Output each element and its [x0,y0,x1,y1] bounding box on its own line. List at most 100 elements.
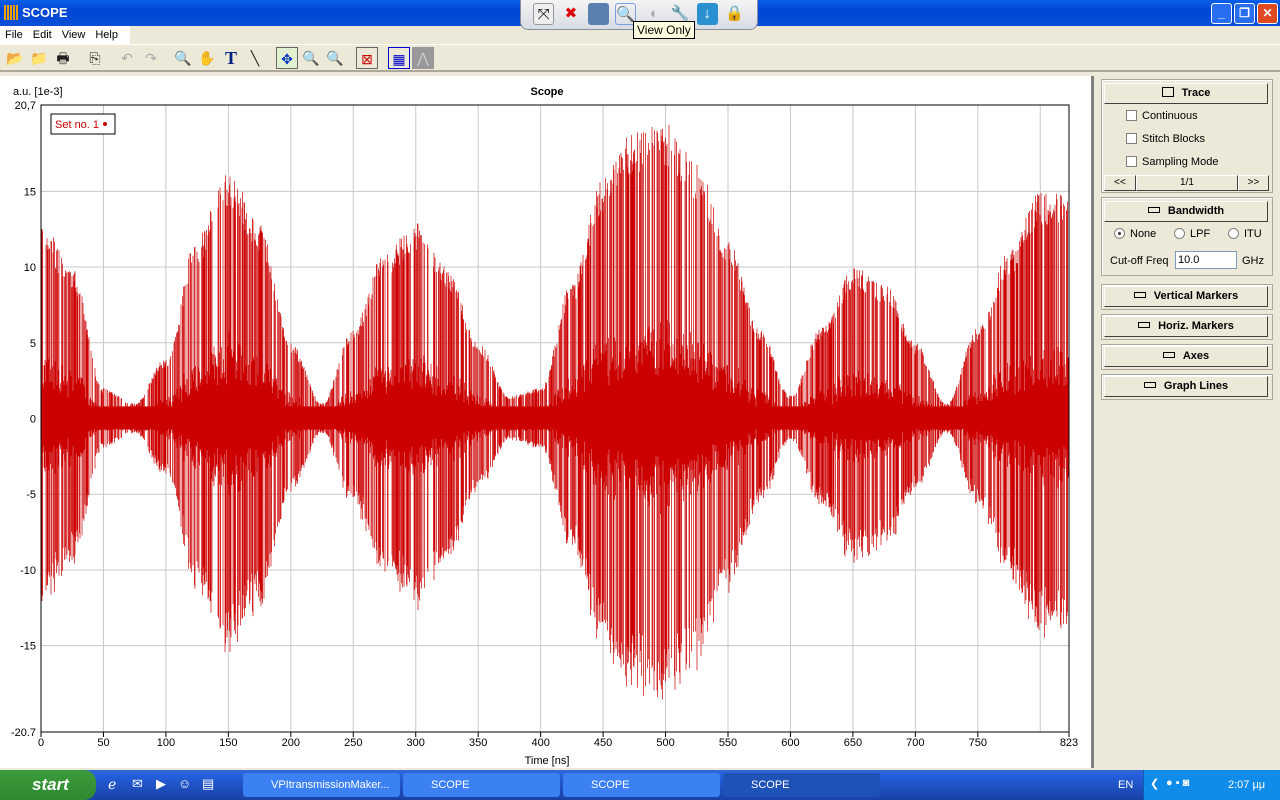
switch-screen-icon[interactable] [587,3,609,25]
open-icon[interactable]: 📂 [4,47,26,69]
zoom-in-icon[interactable]: 🔍 [300,47,322,69]
square-icon [1161,87,1174,97]
quicklaunch-email-icon[interactable]: ✉ [132,776,143,792]
quicklaunch-media-icon[interactable]: ▶ [156,776,166,792]
x-tick-label: 350 [469,737,487,749]
trace-label: Trace [1181,87,1211,99]
prev-block-button[interactable]: << [1104,175,1136,191]
collapse-icon [1147,207,1160,213]
quicklaunch-ie-icon[interactable]: ℯ [108,776,116,793]
vertical-markers-button[interactable]: Vertical Markers [1104,286,1268,307]
close-button[interactable]: ✕ [1257,3,1278,24]
next-block-button[interactable]: >> [1238,175,1269,191]
sampling-mode-checkbox[interactable]: Sampling Mode [1126,156,1218,168]
plot-panel: Scope a.u. [1e-3] Time [ns] 0 50 100 150 200 250… [0,76,1094,768]
close-session-icon[interactable]: ✖ [560,3,581,25]
bandwidth-itu-radio[interactable]: ITU [1228,228,1262,240]
start-button[interactable]: start [0,770,96,800]
stitch-label: Stitch Blocks [1142,133,1205,145]
print-icon[interactable]: 🖶 [52,47,74,69]
legend-entry-set-1: Set no. 1 [55,119,99,131]
task-scope-1[interactable]: SCOPE [403,773,560,797]
x-tick-label: 500 [656,737,674,749]
x-tick-label: 600 [781,737,799,749]
x-tick-label: 823 [1060,737,1078,749]
grid-view-icon[interactable]: ▦ [388,46,410,69]
menu-view[interactable]: View [57,26,91,44]
toolbar: 📂 📁 🖶 ⎘ ↶ ↷ 🔍 ✋ T ╲ ✥ 🔍 🔍 ⊠ ▦ ⋀ [0,44,1280,72]
x-tick-label: 300 [407,737,425,749]
collapse-icon [1133,292,1146,298]
open-recent-icon[interactable]: 📁 [28,47,50,69]
cutoff-freq-label: Cut-off Freq [1110,255,1169,267]
redo-icon[interactable]: ↷ [140,47,162,69]
task-vpitransmissionmaker[interactable]: VPItransmissionMaker... [243,773,400,797]
menu-file[interactable]: File [0,26,28,44]
menu-edit[interactable]: Edit [28,26,57,44]
chart-title: Scope [530,86,563,98]
y-tick-label: 15 [24,186,36,198]
horiz-markers-button[interactable]: Horiz. Markers [1104,316,1268,337]
bandwidth-toggle-button[interactable]: Bandwidth [1104,201,1268,222]
x-tick-label: 750 [969,737,987,749]
pan-hand-icon[interactable]: ✋ [196,47,218,69]
collapse-icon [1138,322,1151,328]
x-tick-label: 150 [219,737,237,749]
lpf-label: LPF [1190,228,1211,240]
trace-set-1 [40,124,1070,700]
fit-window-icon[interactable]: ⤧ [533,3,555,25]
axes-button[interactable]: Axes [1104,346,1268,367]
text-icon[interactable]: T [220,47,242,69]
y-tick-label: -20.7 [11,727,36,739]
scope-chart[interactable]: Scopea.u. [1e-3]Time [ns]0 50 100 150 200 250… [0,76,1094,768]
continuous-checkbox[interactable]: Continuous [1126,110,1198,122]
x-tick-label: 550 [719,737,737,749]
fit-all-icon[interactable]: ✥ [276,46,298,69]
copy-icon[interactable]: ⎘ [84,47,106,69]
quicklaunch-calc-icon[interactable]: ▤ [202,776,214,792]
block-page-indicator: 1/1 [1136,175,1238,191]
tooltip: View Only [633,21,695,39]
spectrum-icon[interactable]: ⋀ [412,46,434,69]
y-tick-label: 5 [30,338,36,350]
zoom-box-icon[interactable]: 🔍 [172,47,194,69]
bandwidth-none-radio[interactable]: None [1114,228,1156,240]
scope-app-icon [4,5,18,20]
cutoff-freq-input[interactable] [1175,251,1237,269]
trace-toggle-button[interactable]: Trace [1104,83,1268,104]
reset-view-icon[interactable]: ⊠ [356,46,378,69]
y-tick-label: 0 [30,414,36,426]
itu-label: ITU [1244,228,1262,240]
y-tick-label: -15 [20,641,36,653]
restore-button[interactable]: ❐ [1234,3,1255,24]
tray-expand-icon[interactable]: ❮ [1150,777,1159,790]
stitch-blocks-checkbox[interactable]: Stitch Blocks [1126,133,1205,145]
vertical-markers-label: Vertical Markers [1153,290,1239,302]
x-tick-label: 250 [344,737,362,749]
menu-bar: File Edit View Help [0,26,130,44]
quicklaunch-messenger-icon[interactable]: ☺ [178,776,191,791]
task-scope-3[interactable]: SCOPE [723,773,880,797]
lock-icon[interactable]: 🔒 [724,3,745,25]
tray-app-icons[interactable]: ● ▪ ◙ [1166,777,1189,789]
trace-group: Trace Continuous Stitch Blocks Sampling … [1101,79,1273,193]
taskbar: start ℯ ✉ ▶ ☺ ▤ VPItransmissionMaker... … [0,770,1280,800]
task-scope-2[interactable]: SCOPE [563,773,720,797]
x-tick-label: 450 [594,737,612,749]
window-title: SCOPE [22,5,68,20]
minimize-button[interactable]: _ [1211,3,1232,24]
legend-marker-icon [103,122,107,126]
language-indicator[interactable]: EN [1118,779,1133,791]
zoom-out-icon[interactable]: 🔍 [324,47,346,69]
x-tick-label: 100 [157,737,175,749]
undo-icon[interactable]: ↶ [116,47,138,69]
x-tick-label: 0 [38,737,44,749]
system-tray: ❮ ● ▪ ◙ 2:07 μμ [1143,770,1280,800]
graph-lines-button[interactable]: Graph Lines [1104,376,1268,397]
menu-help[interactable]: Help [90,26,123,44]
download-icon[interactable]: ↓ [696,3,718,25]
bandwidth-lpf-radio[interactable]: LPF [1174,228,1210,240]
line-icon[interactable]: ╲ [244,47,266,69]
x-tick-label: 50 [97,737,109,749]
graph-lines-label: Graph Lines [1163,380,1229,392]
